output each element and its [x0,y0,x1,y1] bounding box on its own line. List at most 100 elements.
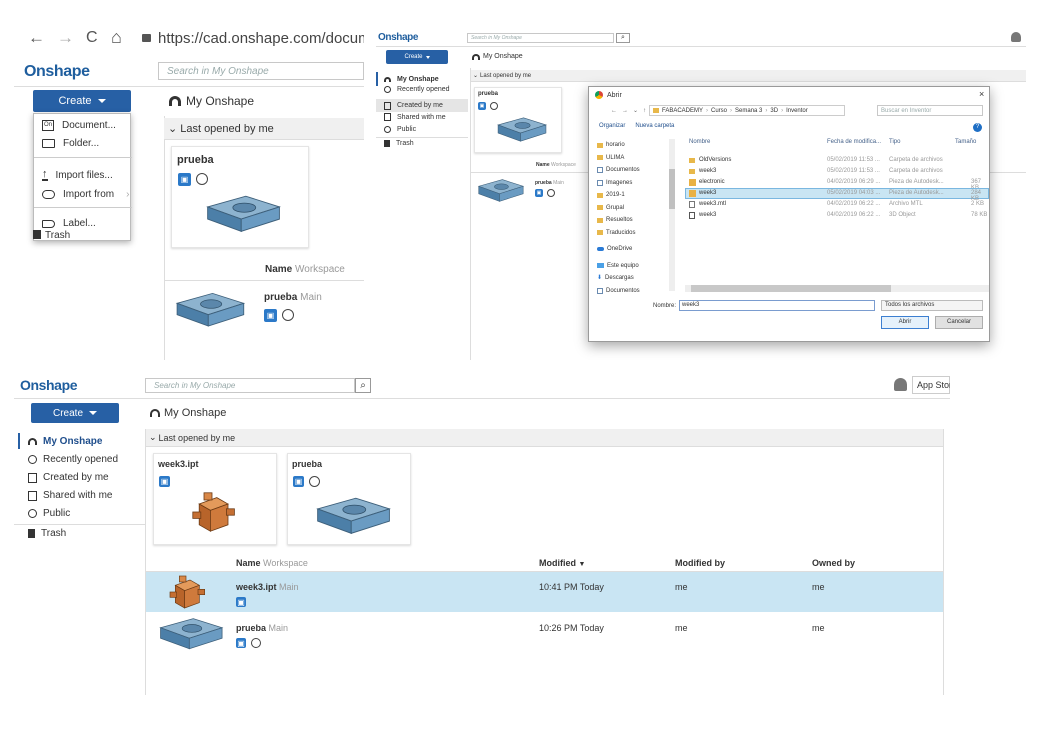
tree-item[interactable]: horario [597,139,675,152]
file-row[interactable]: week3.mtl 04/02/2019 06:22 ... Archivo M… [685,199,989,210]
sidebar-item-trash[interactable]: Trash [384,140,414,147]
organize-button[interactable]: Organizar [599,123,625,129]
onshape-logo[interactable]: Onshape [378,32,418,43]
path-segment[interactable]: Curso [711,108,727,114]
up-arrow-icon[interactable]: ↑ [643,108,646,114]
header-tamano[interactable]: Tamaño [955,139,976,145]
sidebar-item-trash[interactable]: Trash [28,528,66,539]
notification-icon[interactable] [894,378,907,391]
header-tipo[interactable]: Tipo [889,139,900,145]
reload-button[interactable]: C [86,29,98,47]
create-button[interactable]: Create [33,90,131,112]
onshape-logo[interactable]: Onshape [20,377,78,393]
tree-item[interactable]: Imagenes [597,177,675,190]
column-header-name[interactable]: Name Workspace [536,162,576,168]
back-arrow-icon[interactable]: ← [611,108,617,114]
tree-item[interactable]: OneDrive [597,243,675,256]
sidebar-item-created-by-me[interactable]: Created by me [28,472,109,483]
horizontal-scrollbar[interactable] [685,285,989,292]
open-button[interactable]: Abrir [881,316,929,329]
url-field[interactable]: https://cad.onshape.com/documents?n [158,30,364,47]
menu-item-document[interactable]: On Document... [42,120,116,131]
file-row[interactable]: week3 04/02/2019 06:22 ... 3D Object 78 … [685,210,989,221]
search-input[interactable]: Search in My Onshape [158,62,364,80]
help-icon[interactable]: ? [973,123,982,132]
create-button[interactable]: Create [386,50,448,64]
menu-item-label[interactable]: Label... [42,218,96,229]
file-type-select[interactable]: Todos los archivos [881,300,983,311]
onshape-logo[interactable]: Onshape [24,63,90,81]
breadcrumb-label[interactable]: My Onshape [164,407,226,419]
path-segment[interactable]: FABACADEMY [662,108,703,114]
search-input[interactable]: Search in My Onshape [145,378,355,393]
column-header-modified-by[interactable]: Modified by [675,558,725,568]
tree-item[interactable]: Documentos [597,285,675,298]
file-row[interactable]: electronic 04/02/2019 06:29 ... Pieza de… [685,177,989,191]
dialog-search-input[interactable]: Buscar en Inventor [877,105,983,116]
forward-arrow-icon[interactable]: → [622,108,628,114]
path-segment[interactable]: Inventor [786,108,808,114]
breadcrumb-label[interactable]: My Onshape [186,94,254,108]
tree-item[interactable]: ULIMA [597,152,675,165]
sidebar-item-recently-opened[interactable]: Recently opened [384,86,450,93]
file-row[interactable]: week3 05/02/2019 11:53 ... Carpeta de ar… [685,166,989,177]
create-button[interactable]: Create [31,403,119,423]
tree-scrollbar[interactable] [669,139,675,291]
sidebar-item-my-onshape[interactable]: My Onshape [18,433,102,449]
tree-item[interactable]: Traducidos [597,227,675,240]
sidebar-item-public[interactable]: Public [384,126,416,133]
path-segment[interactable]: Semana 3 [735,108,762,114]
sidebar-item-trash[interactable]: Trash [33,230,70,241]
tree-item[interactable]: 2019-1 [597,189,675,202]
chevron-down-icon[interactable]: ⌄ [633,107,638,114]
cancel-button[interactable]: Cancelar [935,316,983,329]
sidebar-item-public[interactable]: Public [28,508,70,519]
table-row[interactable]: prueba Main ▣ 10:26 PM Today me me [146,613,943,655]
search-button[interactable]: ⌕ [355,378,371,393]
table-row-selected[interactable]: week3.ipt Main ▣ 10:41 PM Today me me [146,572,943,612]
document-card[interactable]: prueba ▣ [171,146,309,248]
header-nombre[interactable]: Nombre [689,139,710,145]
sidebar-item-recently-opened[interactable]: Recently opened [28,454,118,465]
breadcrumb-label[interactable]: My Onshape [483,53,523,60]
forward-button[interactable]: → [57,28,74,48]
last-opened-bar[interactable]: ⌄ Last opened by me [164,118,364,140]
address-bar[interactable]: FABACADEMY › Curso › Semana 3 › 3D › Invento… [649,105,845,116]
path-segment[interactable]: 3D [770,108,778,114]
tree-item[interactable]: Resueltos [597,214,675,227]
tree-item[interactable]: Este equipo [597,260,675,273]
document-card[interactable]: prueba ▣ [287,453,411,545]
menu-item-import-from[interactable]: Import from › [42,189,129,200]
sidebar-item-created-by-me[interactable]: Created by me [376,99,468,112]
table-row[interactable]: prueba Main ▣ [166,282,364,342]
file-row-selected[interactable]: week3 05/02/2019 04:03 ... Pieza de Auto… [685,188,989,202]
document-card[interactable]: prueba ▣ [474,87,562,153]
sidebar-item-shared-with-me[interactable]: Shared with me [384,113,446,121]
menu-item-import-files[interactable]: ↑ Import files... [42,169,113,181]
app-store-button[interactable]: App Store [912,376,950,394]
sidebar-item-shared-with-me[interactable]: Shared with me [28,490,112,501]
back-button[interactable]: ← [28,28,45,48]
column-header-name[interactable]: Name Workspace [236,558,308,568]
file-row[interactable]: OldVersions 05/02/2019 11:53 ... Carpeta… [685,155,989,166]
tree-item[interactable]: Grupal [597,202,675,215]
table-row[interactable]: prueba Main ▣ [472,174,592,214]
search-input[interactable]: Search in My Onshape [467,33,614,43]
column-header-modified[interactable]: Modified ▼ [539,558,585,568]
header-fecha[interactable]: Fecha de modifica... [827,139,881,145]
search-button[interactable]: ⌕ [616,33,630,43]
column-header-name[interactable]: Name Workspace [265,264,345,275]
last-opened-bar[interactable]: ⌄ Last opened by me [146,429,943,447]
tree-item[interactable]: Documentos [597,164,675,177]
notification-icon[interactable] [1011,32,1021,42]
tree-item[interactable]: ⬇ Descargas [597,272,675,285]
filename-input[interactable]: week3 [679,300,875,311]
menu-item-folder[interactable]: Folder... [42,138,99,149]
sidebar-item-my-onshape[interactable]: My Onshape [376,72,439,86]
document-card[interactable]: week3.ipt ▣ [153,453,277,545]
column-header-owned-by[interactable]: Owned by [812,558,855,568]
close-icon[interactable]: × [979,89,984,99]
last-opened-bar[interactable]: ⌄ Last opened by me [471,70,1026,82]
home-button[interactable]: ⌂ [111,27,122,48]
new-folder-button[interactable]: Nueva carpeta [635,123,674,129]
